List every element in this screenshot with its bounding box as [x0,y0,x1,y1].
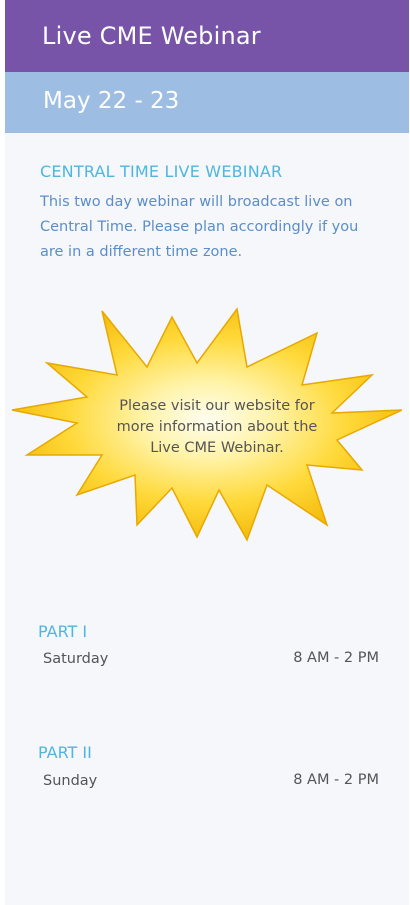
webinar-card: Live CME Webinar May 22 - 23 CENTRAL TIM… [5,0,409,905]
intro-heading: CENTRAL TIME LIVE WEBINAR [40,162,283,181]
schedule-time: 8 AM - 2 PM [293,772,379,788]
starburst-message: Please visit our website for more inform… [116,398,318,456]
schedule-day: Sunday [43,773,98,789]
title-bar: Live CME Webinar [5,0,409,72]
date-bar: May 22 - 23 [5,72,409,133]
schedule-time: 8 AM - 2 PM [293,650,379,666]
event-dates: May 22 - 23 [43,88,180,114]
schedule-part-label: PART II [38,743,92,762]
intro-text: This two day webinar will broadcast live… [40,194,359,260]
schedule-day: Saturday [43,651,109,667]
starburst-callout: Please visit our website for more inform… [7,305,402,545]
page-title: Live CME Webinar [42,22,261,50]
schedule-part-label: PART I [38,622,88,641]
